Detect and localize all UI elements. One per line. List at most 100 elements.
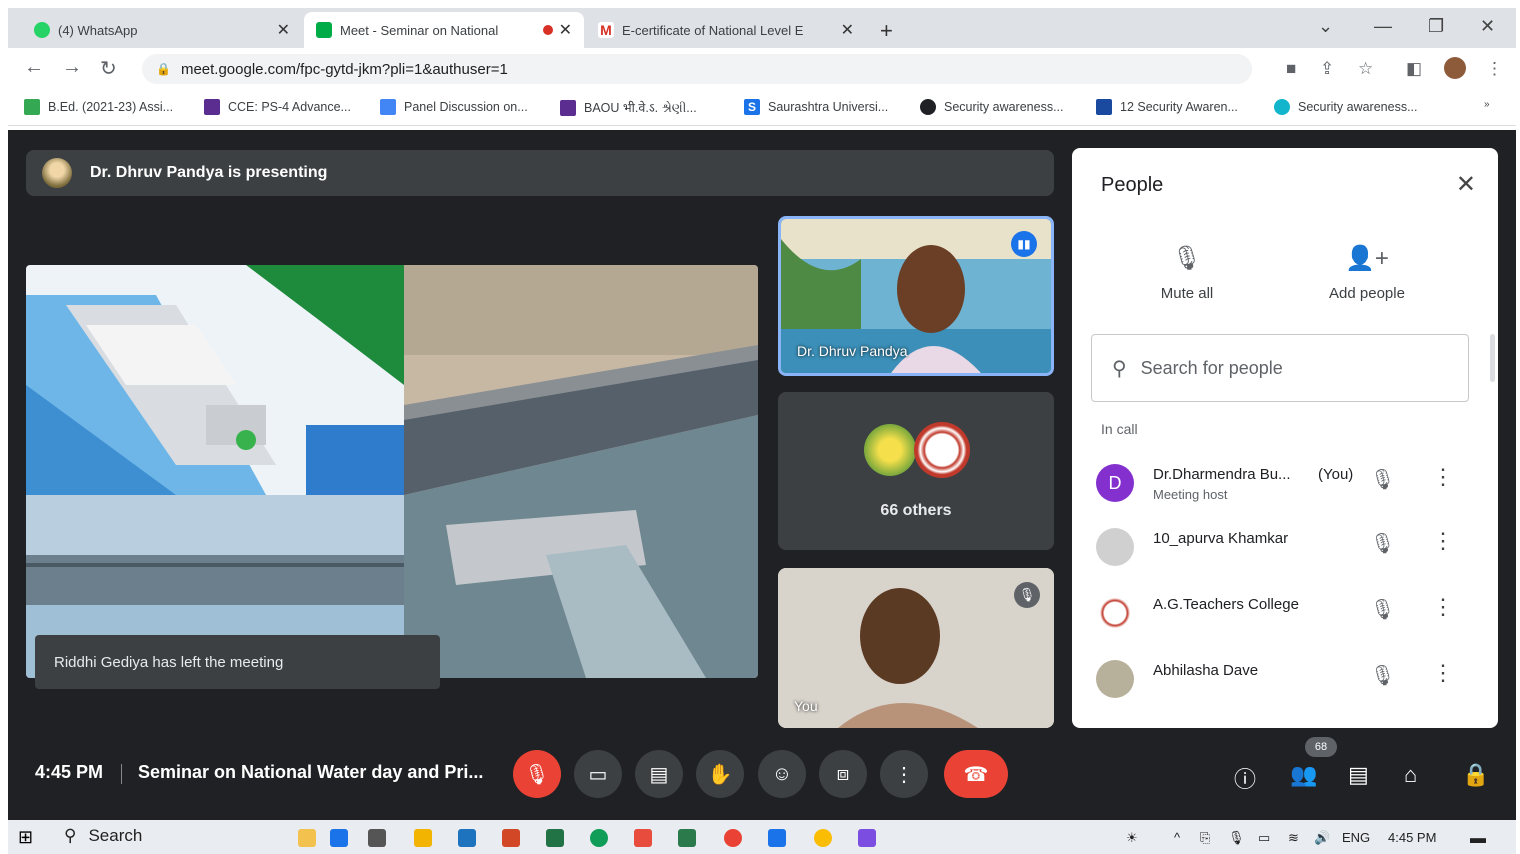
add-people-button[interactable]: 👤+ Add people bbox=[1302, 244, 1432, 302]
panel-scrollbar[interactable] bbox=[1490, 334, 1495, 382]
menu-kebab-icon[interactable]: ⋮ bbox=[1486, 59, 1503, 79]
teams-icon bbox=[204, 99, 220, 115]
self-video-tile[interactable]: 🎙 You bbox=[778, 568, 1054, 728]
participant-row[interactable]: 10_apurva Khamkar 🎙 ⋮ bbox=[1072, 516, 1498, 576]
back-icon[interactable]: ← bbox=[24, 56, 44, 79]
camera-icon: ▭ bbox=[588, 763, 608, 786]
side-panel-icon[interactable]: ◧ bbox=[1406, 59, 1422, 79]
others-count: 66 others bbox=[880, 502, 952, 519]
mic-off-icon: 🎙 bbox=[524, 763, 550, 786]
bookmark-item[interactable]: Security awareness... bbox=[920, 99, 1064, 115]
new-tab-button[interactable]: + bbox=[880, 18, 893, 44]
microphone-toggle-button[interactable]: 🎙 bbox=[513, 750, 561, 798]
microphone-icon[interactable]: 🎙 bbox=[1228, 830, 1245, 846]
publisher-icon[interactable] bbox=[678, 829, 696, 847]
excel-icon[interactable] bbox=[546, 829, 564, 847]
participant-row[interactable]: A.G.Teachers College 🎙 ⋮ bbox=[1072, 582, 1498, 642]
taskbar-clock[interactable]: 4:45 PM bbox=[1388, 830, 1436, 845]
close-tab-icon[interactable]: ✕ bbox=[841, 20, 854, 40]
hang-up-icon: ☎ bbox=[963, 763, 989, 786]
edge-icon[interactable] bbox=[590, 829, 608, 847]
bookmark-item[interactable]: Panel Discussion on... bbox=[380, 99, 528, 115]
bookmark-star-icon[interactable]: ☆ bbox=[1358, 59, 1373, 79]
more-options-icon[interactable]: ⋮ bbox=[1432, 660, 1454, 686]
close-panel-icon[interactable]: ✕ bbox=[1456, 170, 1476, 199]
captions-button[interactable]: ▤ bbox=[635, 750, 683, 798]
wifi-icon[interactable]: ≋ bbox=[1288, 830, 1299, 846]
participant-row[interactable]: Abhilasha Dave 🎙 ⋮ bbox=[1072, 648, 1498, 708]
close-tab-icon[interactable]: ✕ bbox=[277, 20, 290, 40]
present-button[interactable]: ⧈ bbox=[819, 750, 867, 798]
participant-row[interactable]: D Dr.Dharmendra Bu... Meeting host (You)… bbox=[1072, 452, 1498, 512]
notifications-icon[interactable]: ▬ bbox=[1470, 830, 1486, 848]
camera-in-use-icon[interactable]: ■ bbox=[1286, 59, 1296, 79]
activities-icon[interactable]: ⌂ bbox=[1404, 762, 1417, 788]
people-search-input[interactable]: ⚲ Search for people bbox=[1091, 334, 1469, 402]
raise-hand-button[interactable]: ✋ bbox=[696, 750, 744, 798]
usb-icon[interactable]: ⎘ bbox=[1200, 830, 1210, 846]
battery-icon[interactable]: ▭ bbox=[1258, 830, 1270, 846]
you-label: (You) bbox=[1318, 466, 1354, 483]
tab-search-icon[interactable]: ⌄ bbox=[1318, 16, 1333, 37]
bookmarks-overflow-icon[interactable]: » bbox=[1484, 99, 1490, 110]
minimize-icon[interactable]: — bbox=[1374, 16, 1392, 37]
more-options-button[interactable]: ⋮ bbox=[880, 750, 928, 798]
bookmark-item[interactable]: BAOU भी.वे.ऽ. શ્રેણી... bbox=[560, 99, 697, 116]
chrome-icon[interactable] bbox=[814, 829, 832, 847]
reactions-button[interactable]: ☺ bbox=[758, 750, 806, 798]
bookmark-item[interactable]: S Saurashtra Universi... bbox=[744, 99, 888, 115]
more-options-icon[interactable]: ⋮ bbox=[1432, 594, 1454, 620]
address-bar[interactable]: 🔒 meet.google.com/fpc-gytd-jkm?pli=1&aut… bbox=[142, 54, 1252, 84]
chrome-icon[interactable] bbox=[724, 829, 742, 847]
bookmark-item[interactable]: 12 Security Awaren... bbox=[1096, 99, 1238, 115]
bookmarks-bar: B.Ed. (2021-23) Assi... CCE: PS-4 Advanc… bbox=[8, 90, 1516, 126]
restore-icon[interactable]: ❐ bbox=[1428, 16, 1444, 37]
volume-icon[interactable]: 🔊 bbox=[1314, 830, 1330, 846]
app-icon[interactable] bbox=[858, 829, 876, 847]
powerpoint-icon[interactable] bbox=[502, 829, 520, 847]
people-icon[interactable]: 👥 bbox=[1290, 762, 1317, 788]
profile-avatar[interactable] bbox=[1444, 57, 1466, 79]
windows-start-icon[interactable]: ⊞ bbox=[18, 827, 33, 848]
word-icon[interactable] bbox=[458, 829, 476, 847]
zoom-icon[interactable] bbox=[768, 829, 786, 847]
bookmark-item[interactable]: Security awareness... bbox=[1274, 99, 1418, 115]
language-indicator[interactable]: ENG bbox=[1342, 830, 1370, 845]
close-window-icon[interactable]: ✕ bbox=[1480, 16, 1495, 37]
task-view-icon[interactable] bbox=[368, 829, 386, 847]
bookmark-item[interactable]: B.Ed. (2021-23) Assi... bbox=[24, 99, 173, 115]
speaker-video-tile[interactable]: ▮▮ Dr. Dhruv Pandya bbox=[778, 216, 1054, 376]
weather-icon[interactable]: ☀ bbox=[1126, 830, 1138, 846]
widget-icon[interactable] bbox=[298, 829, 316, 847]
meeting-details-icon[interactable]: ⓘ bbox=[1234, 762, 1256, 794]
presenting-banner: Dr. Dhruv Pandya is presenting bbox=[26, 150, 1054, 196]
file-explorer-icon[interactable] bbox=[414, 829, 432, 847]
notification-text: Riddhi Gediya has left the meeting bbox=[54, 653, 284, 671]
more-options-icon[interactable]: ⋮ bbox=[1432, 528, 1454, 554]
tab-meet[interactable]: Meet - Seminar on National ✕ bbox=[304, 12, 584, 48]
tab-title: E-certificate of National Level E bbox=[622, 22, 804, 38]
bookmark-item[interactable]: CCE: PS-4 Advance... bbox=[204, 99, 351, 115]
host-controls-icon[interactable]: 🔒 bbox=[1462, 762, 1489, 788]
tab-whatsapp[interactable]: (4) WhatsApp ✕ bbox=[22, 12, 302, 48]
taskbar-search[interactable]: ⚲ Search bbox=[64, 826, 142, 846]
close-tab-icon[interactable]: ✕ bbox=[559, 20, 572, 40]
tray-chevron-icon[interactable]: ^ bbox=[1174, 830, 1180, 845]
whatsapp-icon bbox=[34, 22, 50, 38]
app-icon[interactable] bbox=[330, 829, 348, 847]
others-tile[interactable]: 66 others bbox=[778, 392, 1054, 550]
chat-icon[interactable]: ▤ bbox=[1348, 762, 1369, 788]
share-icon[interactable]: ⇪ bbox=[1320, 59, 1334, 79]
search-placeholder: Search for people bbox=[1140, 357, 1283, 378]
reload-icon[interactable]: ↻ bbox=[100, 56, 117, 81]
meeting-clock: 4:45 PM bbox=[35, 762, 104, 782]
forward-icon[interactable]: → bbox=[62, 56, 82, 79]
more-options-icon[interactable]: ⋮ bbox=[1432, 464, 1454, 490]
tab-gmail[interactable]: M E-certificate of National Level E ✕ bbox=[586, 12, 866, 48]
mute-all-button[interactable]: 🎙 Mute all bbox=[1122, 244, 1252, 302]
avatar: D bbox=[1096, 464, 1134, 502]
speaking-indicator-icon: ▮▮ bbox=[1011, 231, 1037, 257]
app-icon[interactable] bbox=[634, 829, 652, 847]
camera-toggle-button[interactable]: ▭ bbox=[574, 750, 622, 798]
leave-call-button[interactable]: ☎ bbox=[944, 750, 1008, 798]
